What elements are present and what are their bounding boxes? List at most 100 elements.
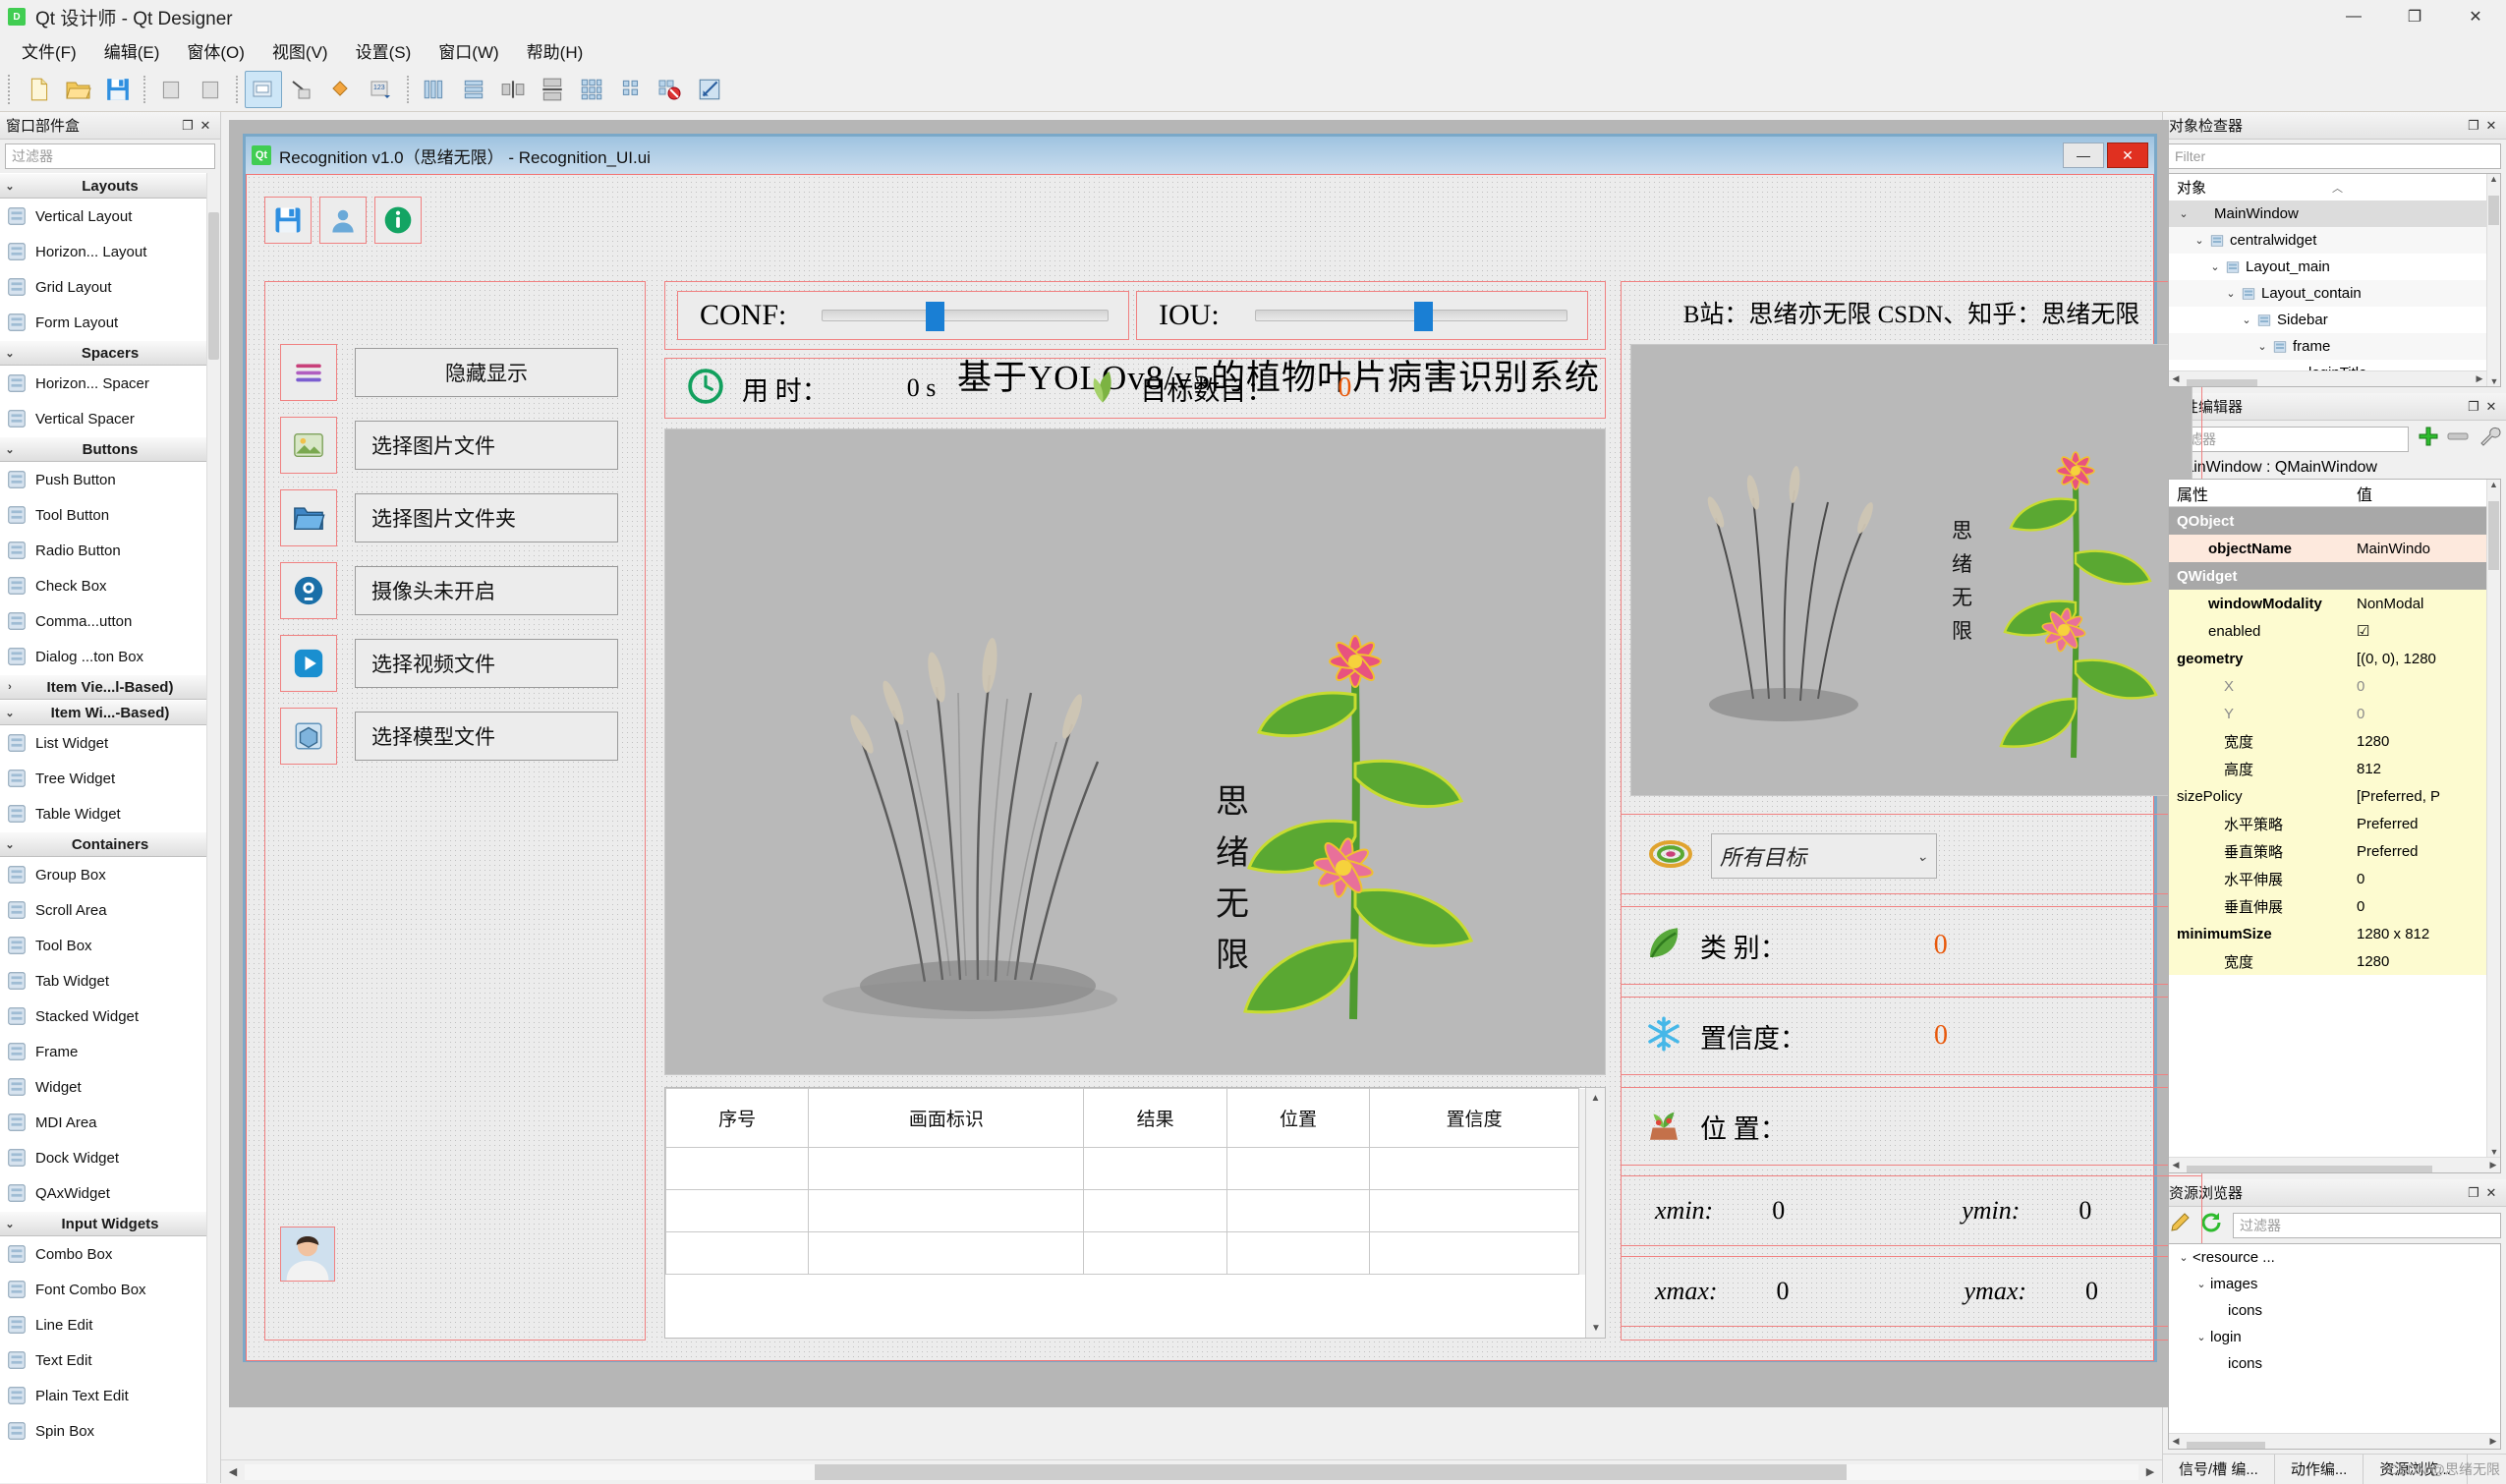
sidebar-row-2[interactable]: 选择图片文件夹 [280,489,618,546]
chevron-down-icon[interactable]: ⌄ [2175,1251,2193,1264]
property-value[interactable]: ☑ [2351,622,2500,640]
info-icon[interactable] [374,197,422,244]
undo-icon[interactable] [152,71,190,108]
table-cell[interactable] [808,1189,1085,1232]
close-icon[interactable]: ✕ [2482,398,2500,416]
chevron-down-icon[interactable]: ⌄ [0,443,20,456]
layout-splitter-v-icon[interactable] [534,71,571,108]
close-icon[interactable]: ✕ [197,117,214,135]
widget-item-tool-box[interactable]: Tool Box [0,928,220,963]
refresh-icon[interactable] [2199,1211,2223,1239]
camera-icon[interactable] [280,562,337,619]
sidebar-item-4-label[interactable]: 选择视频文件 [355,639,618,688]
widget-item-vertical-layout[interactable]: Vertical Layout [0,199,220,234]
table-cell[interactable] [808,1147,1085,1190]
object-inspector-tree[interactable]: 对象 ︿ ⌄ MainWindow ⌄ centralwidget ⌄ Layout_ma… [2168,173,2501,387]
property-value[interactable]: 0 [2351,706,2500,722]
resource-node[interactable]: ⌄ <resource ... [2169,1244,2500,1271]
scroll-up-icon[interactable]: ▲ [1586,1088,1605,1108]
widget-item-tab-widget[interactable]: Tab Widget [0,963,220,999]
hscroll-right-icon[interactable]: ▶ [2486,1160,2500,1170]
scroll-up-icon[interactable]: ▲ [2487,480,2500,489]
conf-slider-handle[interactable] [925,302,944,331]
play-icon[interactable] [280,635,337,692]
property-value[interactable]: Preferred [2351,843,2500,860]
edit-buddies-icon[interactable] [323,71,361,108]
widget-group-buttons[interactable]: ⌄ Buttons [0,436,220,462]
iou-slider-handle[interactable] [1413,302,1433,331]
maximize-button[interactable]: ❐ [2384,0,2445,33]
menu-edit[interactable]: 编辑(E) [90,34,174,67]
property-row-qwidget[interactable]: QWidget [2169,562,2500,590]
menu-help[interactable]: 帮助(H) [513,34,598,67]
widget-item-dock-widget[interactable]: Dock Widget [0,1140,220,1175]
widget-item-qaxwidget[interactable]: QAxWidget [0,1175,220,1211]
widget-item-mdi-area[interactable]: MDI Area [0,1105,220,1140]
property-row--[interactable]: 宽度 1280 [2169,727,2500,755]
sidebar-item-2-label[interactable]: 选择图片文件夹 [355,493,618,542]
editor-hscrollbar[interactable]: ◀ ▶ [221,1459,2162,1483]
new-form-icon[interactable] [21,71,58,108]
object-tree-node-mainwindow[interactable]: ⌄ MainWindow [2169,200,2500,227]
chevron-down-icon[interactable]: ⌄ [0,838,20,851]
plus-icon[interactable] [2417,425,2440,453]
property-row--[interactable]: 宽度 1280 [2169,947,2500,975]
iou-slider[interactable] [1254,302,1567,331]
object-tree-scroll-thumb[interactable] [2488,196,2499,225]
chevron-right-icon[interactable]: › [0,681,20,693]
widget-item-combo-box[interactable]: Combo Box [0,1236,220,1272]
table-cell[interactable] [1083,1231,1227,1275]
widget-item-table-widget[interactable]: Table Widget [0,796,220,831]
resource-browser-tree[interactable]: ⌄ <resource ... ⌄ images icons ⌄ login icons ◀ … [2168,1243,2501,1450]
conf-slider[interactable] [822,302,1109,331]
property-value[interactable]: 812 [2351,761,2500,777]
save-form-icon[interactable] [99,71,137,108]
table-row[interactable] [665,1189,1605,1232]
sidebar-row-3[interactable]: 摄像头未开启 [280,562,618,619]
property-value[interactable]: 1280 [2351,733,2500,750]
chevron-down-icon[interactable]: ⌄ [2222,287,2240,300]
resource-node[interactable]: ⌄ login [2169,1324,2500,1350]
widget-item-tool-button[interactable]: Tool Button [0,497,220,533]
property-value[interactable]: 1280 [2351,953,2500,970]
tab-signals-slots[interactable]: 信号/槽 编... [2163,1454,2275,1484]
property-value[interactable]: Preferred [2351,816,2500,832]
table-cell[interactable] [1369,1147,1579,1190]
scroll-up-icon[interactable]: ▲ [2487,174,2500,184]
property-row-enabled[interactable]: enabled ☑ [2169,617,2500,645]
results-table-scrollbar[interactable]: ▲ ▼ [1585,1088,1605,1338]
object-tree-node-layout_contain[interactable]: ⌄ Layout_contain [2169,280,2500,307]
target-select-combo[interactable]: 所有目标 ⌄ [1711,833,1937,879]
widget-box-scroll-thumb[interactable] [208,212,219,360]
table-cell[interactable] [665,1189,810,1232]
widget-item-vertical-spacer[interactable]: Vertical Spacer [0,401,220,436]
property-row-minimumsize[interactable]: minimumSize 1280 x 812 [2169,920,2500,947]
results-table-container[interactable]: 序号 画面标识 结果 位置 置信度 ▲ ▼ [664,1087,1606,1339]
widget-item-frame[interactable]: Frame [0,1034,220,1069]
hscroll-track[interactable] [245,1463,2138,1480]
toolbar-grip[interactable] [8,74,16,104]
chevron-down-icon[interactable]: ⌄ [2253,340,2271,353]
scroll-down-icon[interactable]: ▼ [1586,1318,1605,1338]
sidebar-row-0[interactable]: 隐藏显示 [280,344,618,401]
chevron-down-icon[interactable]: ⌄ [0,180,20,193]
menu-form[interactable]: 窗体(O) [173,34,258,67]
object-tree-vscrollbar[interactable]: ▲ ▼ [2486,174,2500,386]
folder-icon[interactable] [280,489,337,546]
resource-browser-hscroll-thumb[interactable] [2187,1441,2265,1449]
widget-item-widget[interactable]: Widget [0,1069,220,1105]
object-tree-node-sidebar[interactable]: ⌄ Sidebar [2169,307,2500,333]
hscroll-right-icon[interactable]: ▶ [2138,1465,2162,1478]
property-row--[interactable]: 高度 812 [2169,755,2500,782]
float-icon[interactable]: ❐ [2465,1184,2482,1202]
model-icon[interactable] [280,708,337,765]
property-row--[interactable]: 水平策略 Preferred [2169,810,2500,837]
menu-settings[interactable]: 设置(S) [342,34,426,67]
table-cell[interactable] [1369,1189,1579,1232]
widget-item-font-combo-box[interactable]: Font Combo Box [0,1272,220,1307]
sidebar-item-3-label[interactable]: 摄像头未开启 [355,566,618,615]
widget-item-group-box[interactable]: Group Box [0,857,220,892]
chevron-down-icon[interactable]: ⌄ [2238,314,2255,326]
chevron-down-icon[interactable]: ⌄ [2206,260,2224,273]
table-cell[interactable] [1225,1147,1371,1190]
